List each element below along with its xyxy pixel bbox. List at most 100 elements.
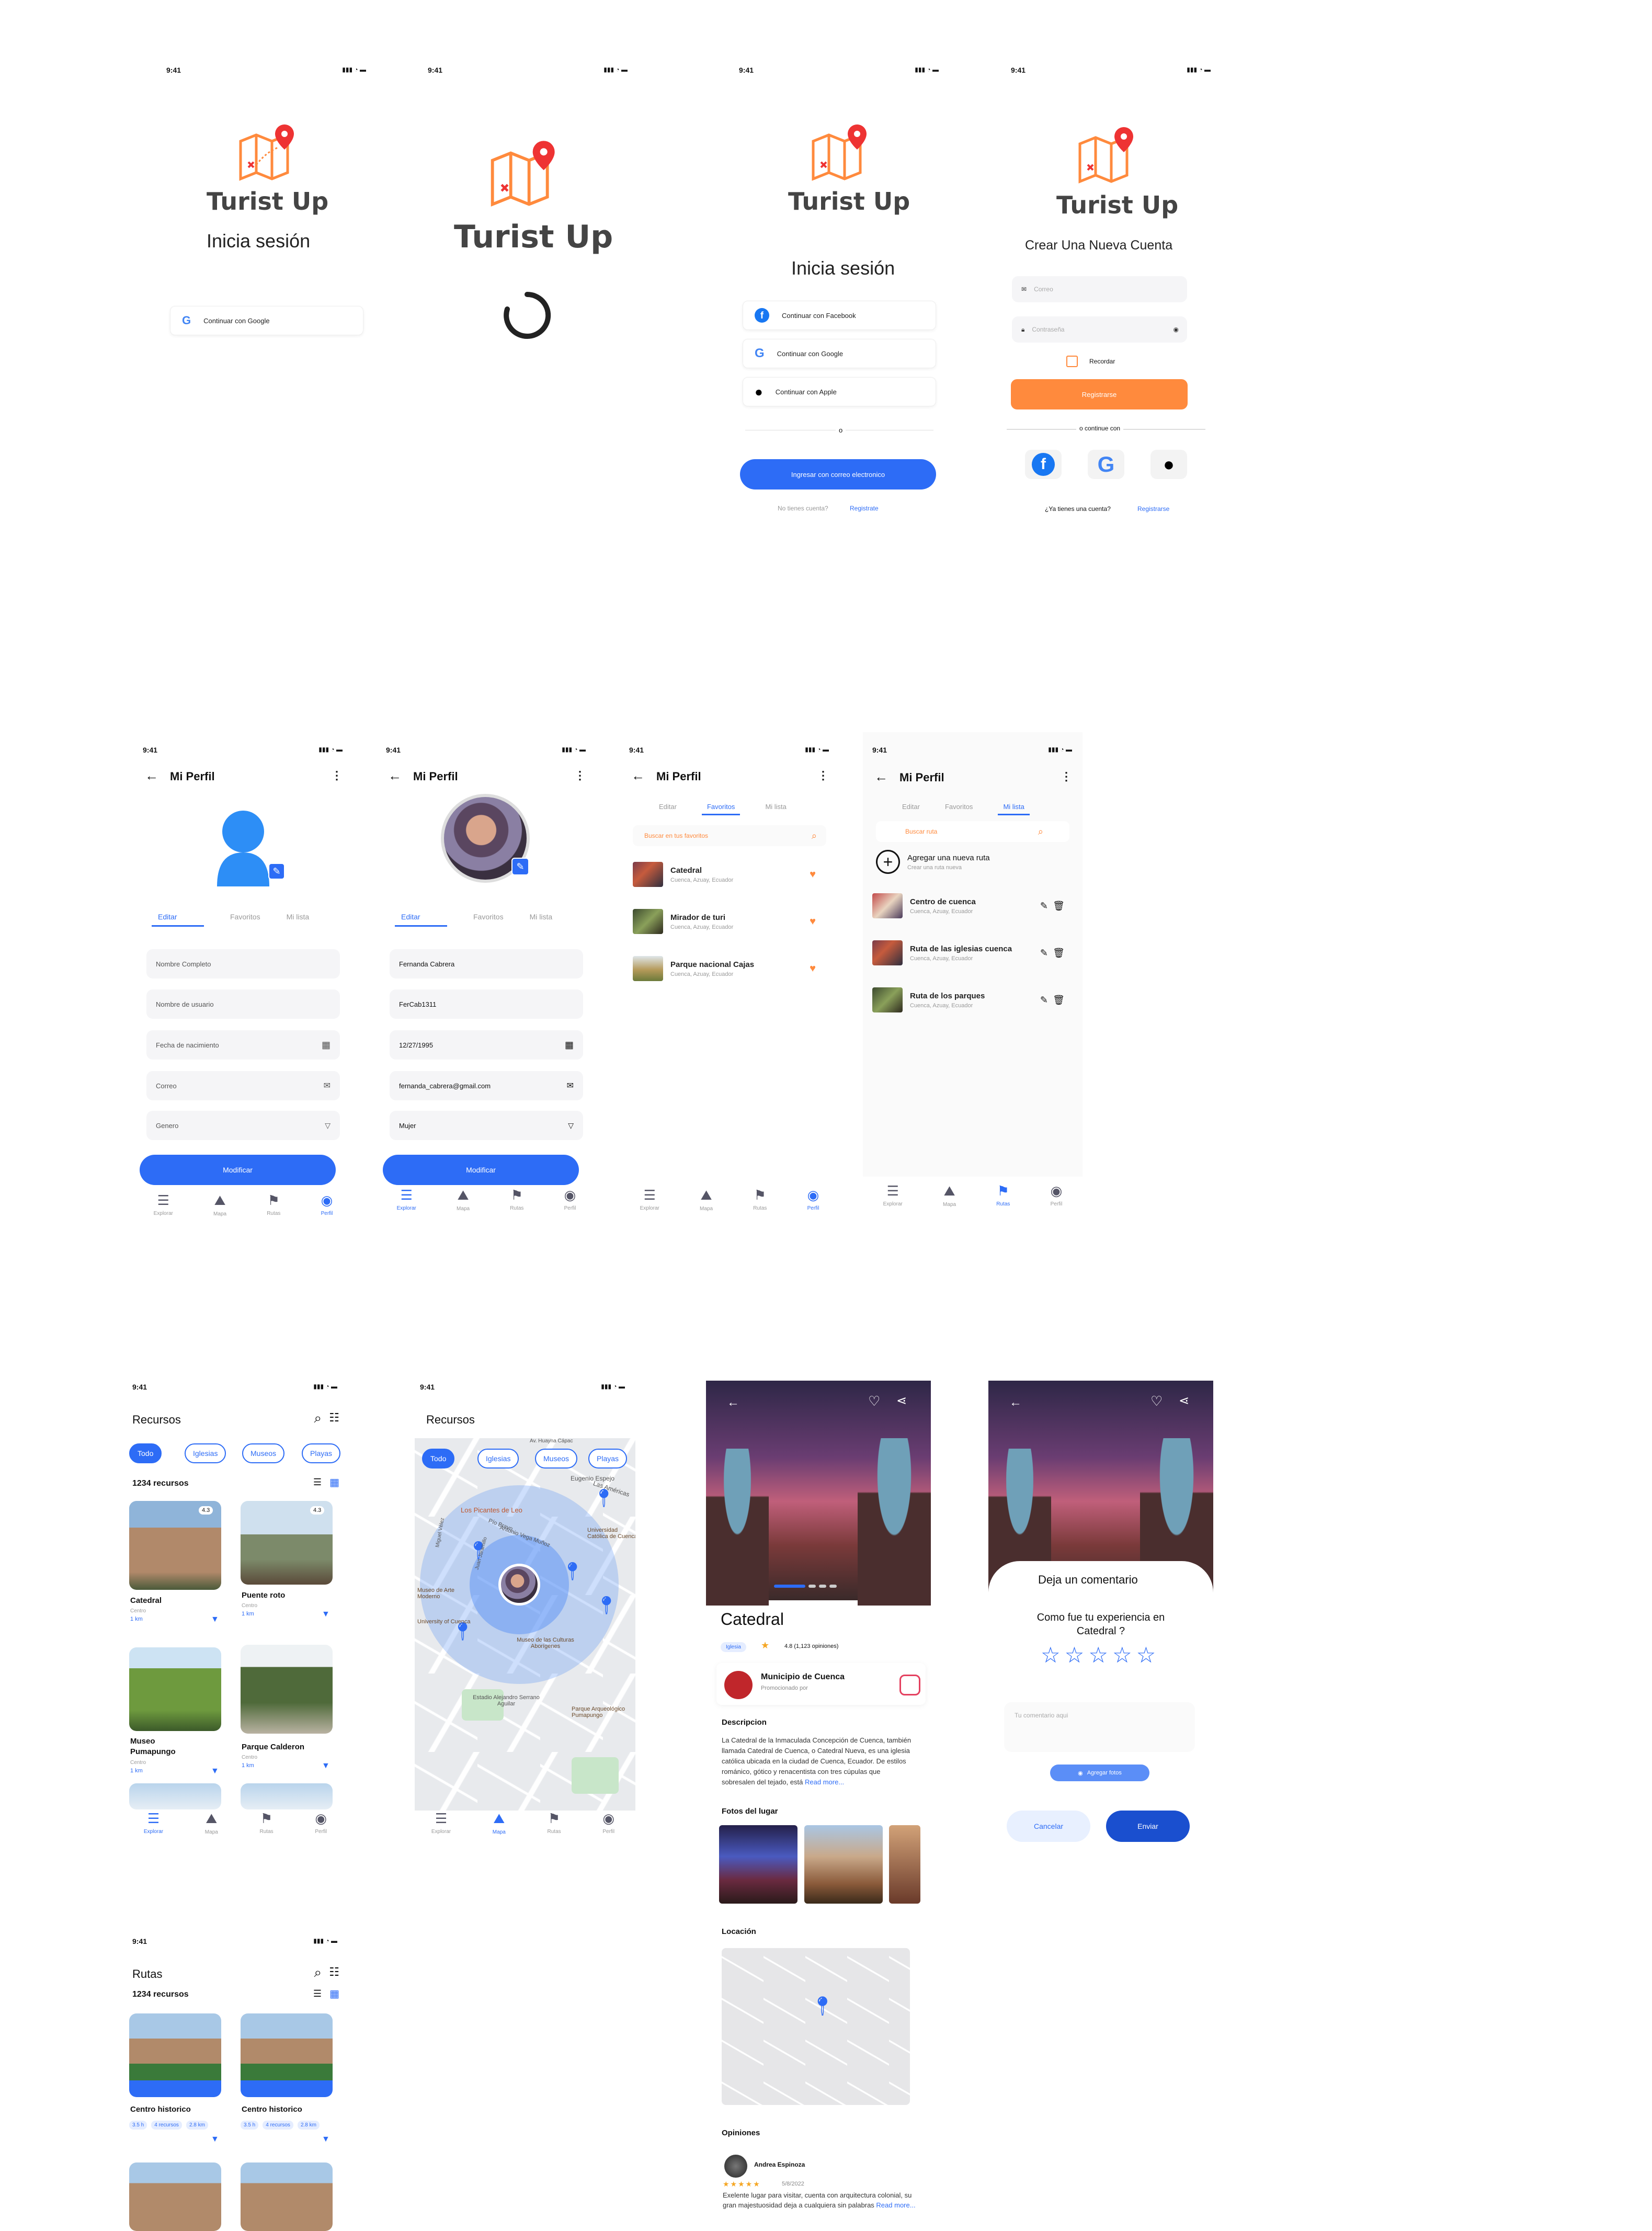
- bookmark-icon[interactable]: ▼: [322, 1610, 330, 1619]
- map-pin-icon[interactable]: 📍︎: [561, 1561, 584, 1582]
- resource-card[interactable]: [129, 1647, 221, 1731]
- more-vert-icon[interactable]: ⋮: [331, 769, 343, 782]
- bookmark-icon[interactable]: ▼: [322, 2135, 330, 2144]
- search-route-input[interactable]: Buscar ruta ⌕: [876, 821, 1069, 842]
- star-icon[interactable]: ☆: [1112, 1642, 1132, 1668]
- register-button[interactable]: Registrarse: [1011, 379, 1188, 409]
- grid-view-icon[interactable]: ▦: [329, 1476, 339, 1489]
- filter-icon[interactable]: ☷: [329, 1965, 339, 1979]
- star-icon[interactable]: ☆: [1041, 1642, 1061, 1668]
- google-button[interactable]: G: [1088, 450, 1124, 479]
- fullname-field[interactable]: Fernanda Cabrera: [390, 949, 583, 978]
- route-card[interactable]: [241, 2013, 333, 2097]
- resource-card-partial[interactable]: [129, 1783, 221, 1809]
- favorite-item[interactable]: Parque nacional Cajas Cuenca, Azuay, Ecua…: [633, 956, 826, 981]
- nav-profile[interactable]: ◉ Perfil: [321, 1192, 333, 1229]
- nav-maps[interactable]: ⛰ Mapa: [457, 1187, 470, 1224]
- send-button[interactable]: Enviar: [1106, 1811, 1190, 1842]
- favorite-item[interactable]: Catedral Cuenca, Azuay, Ecuador ♥: [633, 862, 826, 887]
- rating-stars[interactable]: ☆ ☆ ☆ ☆ ☆: [1041, 1642, 1156, 1668]
- read-more-link[interactable]: Read more...: [876, 2201, 915, 2209]
- back-arrow-icon[interactable]: ←: [727, 1395, 739, 1410]
- remember-checkbox[interactable]: [1066, 356, 1078, 367]
- username-field[interactable]: Nombre de usuario: [146, 989, 340, 1019]
- username-field[interactable]: FerCab1311: [390, 989, 583, 1019]
- birthdate-field[interactable]: Fecha de nacimiento ▦: [146, 1030, 340, 1060]
- bookmark-icon[interactable]: ▼: [211, 2135, 219, 2144]
- chip-beaches[interactable]: Playas: [302, 1443, 341, 1463]
- star-icon[interactable]: ☆: [1065, 1642, 1085, 1668]
- route-item[interactable]: Ruta de las iglesias cuenca Cuenca, Azuay…: [872, 940, 1071, 965]
- modify-button[interactable]: Modificar: [383, 1155, 579, 1185]
- facebook-login-button[interactable]: f Continuar con Facebook: [743, 301, 936, 330]
- cancel-button[interactable]: Cancelar: [1007, 1811, 1090, 1842]
- nav-routes[interactable]: ⚑ Rutas: [996, 1183, 1010, 1220]
- favorite-item[interactable]: Mirador de turi Cuenca, Azuay, Ecuador ♥: [633, 909, 826, 934]
- chip-museums[interactable]: Museos: [535, 1449, 578, 1469]
- modify-button[interactable]: Modificar: [140, 1155, 336, 1185]
- edit-icon[interactable]: ✎: [1040, 901, 1048, 912]
- google-login-button[interactable]: G Continuar con Google: [170, 306, 363, 335]
- more-vert-icon[interactable]: ⋮: [574, 769, 586, 782]
- nav-explore[interactable]: ☰ Explorar: [640, 1187, 659, 1224]
- email-field[interactable]: ✉ Correo: [1012, 276, 1187, 302]
- heart-icon[interactable]: ♥: [810, 963, 816, 975]
- chip-churches[interactable]: Iglesias: [477, 1449, 519, 1469]
- nav-profile[interactable]: ◉ Perfil: [564, 1187, 576, 1224]
- tab-edit[interactable]: Editar: [152, 913, 204, 927]
- nav-profile[interactable]: ◉ Perfil: [807, 1187, 819, 1224]
- resource-card-partial[interactable]: [241, 1783, 333, 1809]
- email-field[interactable]: Correo ✉: [146, 1071, 340, 1100]
- heart-icon[interactable]: ♡: [1150, 1393, 1163, 1409]
- star-icon[interactable]: ☆: [1136, 1642, 1156, 1668]
- tab-edit[interactable]: Editar: [659, 803, 677, 815]
- nav-explore[interactable]: ☰ Explorar: [431, 1811, 451, 1847]
- nav-routes[interactable]: ⚑ Rutas: [510, 1187, 523, 1224]
- chip-beaches[interactable]: Playas: [588, 1449, 628, 1469]
- nav-routes[interactable]: ⚑ Rutas: [267, 1192, 280, 1229]
- place-photo[interactable]: [719, 1825, 797, 1904]
- list-view-icon[interactable]: ☰: [313, 1477, 322, 1488]
- search-icon[interactable]: ⌕: [314, 1964, 322, 1981]
- back-arrow-icon[interactable]: ←: [874, 769, 888, 785]
- nav-maps[interactable]: ⛰ Mapa: [213, 1192, 226, 1229]
- chip-museums[interactable]: Museos: [242, 1443, 285, 1463]
- nav-maps[interactable]: ⛰ Mapa: [943, 1183, 956, 1220]
- heart-icon[interactable]: ♡: [868, 1393, 880, 1409]
- share-icon[interactable]: ⋖: [1179, 1393, 1189, 1408]
- nav-explore[interactable]: ☰ Explorar: [397, 1187, 416, 1224]
- tab-favorites[interactable]: Favoritos: [945, 803, 973, 815]
- more-vert-icon[interactable]: ⋮: [1061, 770, 1072, 783]
- gender-select[interactable]: Mujer ▽: [390, 1111, 583, 1140]
- tab-my-list[interactable]: Mi lista: [287, 913, 310, 927]
- tab-my-list[interactable]: Mi lista: [530, 913, 553, 927]
- back-arrow-icon[interactable]: ←: [145, 768, 158, 784]
- route-item[interactable]: Ruta de los parques Cuenca, Azuay, Ecuado…: [872, 987, 1071, 1012]
- heart-icon[interactable]: ♥: [810, 869, 816, 881]
- trash-icon[interactable]: 🗑︎: [1053, 995, 1065, 1006]
- nav-maps[interactable]: ⛰ Mapa: [493, 1811, 506, 1847]
- password-field[interactable]: 🔒︎ Contraseña ◉: [1012, 316, 1187, 343]
- birthdate-field[interactable]: 12/27/1995 ▦: [390, 1030, 583, 1060]
- add-route-button[interactable]: + Agregar una nueva ruta Crear una ruta n…: [876, 850, 990, 874]
- nav-profile[interactable]: ◉ Perfil: [602, 1811, 614, 1847]
- bookmark-icon[interactable]: ▼: [211, 1767, 219, 1776]
- back-arrow-icon[interactable]: ←: [388, 768, 402, 784]
- heart-icon[interactable]: ♥: [810, 916, 816, 928]
- edit-avatar-icon[interactable]: ✎: [268, 863, 285, 880]
- add-photos-button[interactable]: ◉ Agregar fotos: [1050, 1765, 1149, 1781]
- nav-profile[interactable]: ◉ Perfil: [1051, 1183, 1063, 1220]
- nav-routes[interactable]: ⚑ Rutas: [548, 1811, 561, 1847]
- edit-icon[interactable]: ✎: [1040, 995, 1048, 1006]
- email-login-button[interactable]: Ingresar con correo electronico: [740, 459, 936, 490]
- place-photo[interactable]: [889, 1825, 920, 1904]
- nav-profile[interactable]: ◉ Perfil: [315, 1811, 327, 1847]
- tab-edit[interactable]: Editar: [902, 803, 920, 815]
- search-icon[interactable]: ⌕: [314, 1410, 322, 1427]
- apple-login-button[interactable]: ● Continuar con Apple: [743, 377, 936, 406]
- nav-routes[interactable]: ⚑ Rutas: [753, 1187, 767, 1224]
- register-link[interactable]: Registrate: [850, 505, 879, 512]
- google-login-button[interactable]: G Continuar con Google: [743, 339, 936, 368]
- calendar-icon[interactable]: ▦: [322, 1040, 331, 1051]
- chip-all[interactable]: Todo: [422, 1449, 455, 1469]
